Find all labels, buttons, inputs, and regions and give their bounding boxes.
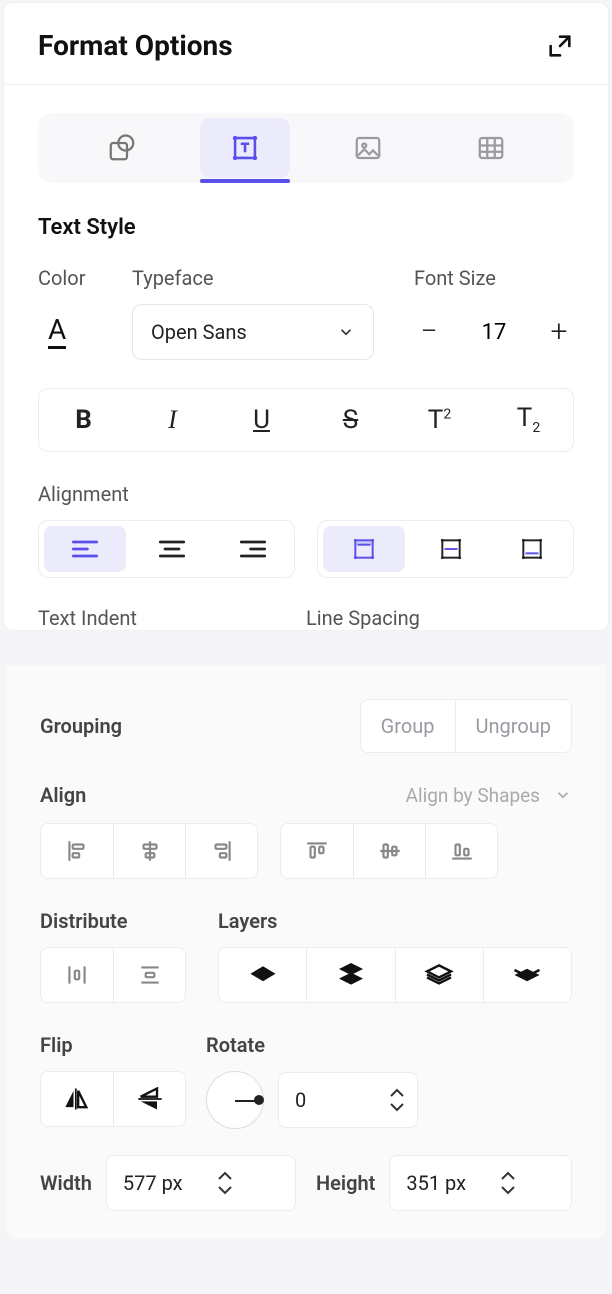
tab-image[interactable] — [323, 118, 413, 178]
underline-button[interactable]: U — [217, 389, 306, 451]
format-tabs — [38, 113, 574, 183]
rotate-value: 0 — [295, 1088, 355, 1112]
layers-label: Layers — [218, 909, 572, 933]
bring-forward-button[interactable] — [219, 948, 306, 1002]
height-label: Height — [316, 1171, 375, 1195]
send-backward-button[interactable] — [395, 948, 483, 1002]
align-by-value: Align by Shapes — [406, 784, 540, 807]
align-left-edges-button[interactable] — [41, 824, 113, 878]
rotate-label: Rotate — [206, 1033, 572, 1057]
width-value: 577 px — [123, 1171, 183, 1195]
grouping-label: Grouping — [40, 714, 122, 738]
height-value: 351 px — [406, 1171, 466, 1195]
valign-bottom-button[interactable] — [491, 521, 573, 577]
width-step-up[interactable] — [217, 1169, 233, 1183]
width-step-down[interactable] — [217, 1183, 233, 1197]
align-top-edges-button[interactable] — [281, 824, 353, 878]
strikethrough-button[interactable]: S — [306, 389, 395, 451]
bring-to-front-button[interactable] — [306, 948, 394, 1002]
distribute-label: Distribute — [40, 909, 186, 933]
italic-button[interactable]: I — [128, 389, 217, 451]
valign-top-button[interactable] — [323, 526, 405, 572]
height-step-down[interactable] — [500, 1183, 516, 1197]
rotate-input[interactable]: 0 — [278, 1072, 418, 1128]
expand-panel-icon[interactable] — [546, 32, 574, 60]
fontsize-value: 17 — [482, 320, 507, 345]
tab-shape[interactable] — [77, 118, 167, 178]
align-left-button[interactable] — [44, 526, 126, 572]
text-style-buttons: B I U S T2 T2 — [38, 388, 574, 452]
font-color-picker[interactable]: A — [38, 316, 132, 349]
width-input[interactable]: 577 px — [106, 1155, 296, 1211]
fontsize-decrease[interactable]: − — [414, 317, 444, 347]
height-input[interactable]: 351 px — [389, 1155, 572, 1211]
align-right-button[interactable] — [212, 521, 294, 577]
distribute-vertical-button[interactable] — [113, 948, 185, 1002]
align-bottom-edges-button[interactable] — [425, 824, 497, 878]
line-spacing-label: Line Spacing — [306, 606, 574, 630]
rotate-dial[interactable] — [206, 1071, 264, 1129]
group-button[interactable]: Group — [361, 700, 455, 752]
typeface-select[interactable]: Open Sans — [132, 304, 374, 360]
alignment-label: Alignment — [38, 482, 574, 506]
fontsize-label: Font Size — [414, 266, 574, 290]
distribute-horizontal-button[interactable] — [41, 948, 113, 1002]
panel-title: Format Options — [38, 29, 233, 62]
flip-label: Flip — [40, 1033, 186, 1057]
rotate-step-up[interactable] — [389, 1086, 405, 1100]
align-by-select[interactable]: Align by Shapes — [406, 784, 572, 807]
tab-table[interactable] — [446, 118, 536, 178]
typeface-value: Open Sans — [151, 320, 247, 344]
align-right-edges-button[interactable] — [185, 824, 257, 878]
width-label: Width — [40, 1171, 92, 1195]
fontsize-increase[interactable]: + — [544, 317, 574, 347]
align-center-button[interactable] — [131, 521, 213, 577]
ungroup-button[interactable]: Ungroup — [455, 700, 572, 752]
rotate-step-down[interactable] — [389, 1100, 405, 1114]
bold-button[interactable]: B — [39, 389, 128, 451]
valign-middle-button[interactable] — [410, 521, 492, 577]
align-vertical-centers-button[interactable] — [353, 824, 425, 878]
tab-text[interactable] — [200, 118, 290, 178]
text-indent-label: Text Indent — [38, 606, 306, 630]
text-style-title: Text Style — [38, 215, 574, 240]
flip-horizontal-button[interactable] — [41, 1072, 113, 1126]
subscript-button[interactable]: T2 — [484, 389, 573, 451]
color-label: Color — [38, 266, 132, 290]
typeface-label: Typeface — [132, 266, 414, 290]
align-label: Align — [40, 783, 86, 807]
height-step-up[interactable] — [500, 1169, 516, 1183]
align-horizontal-centers-button[interactable] — [113, 824, 185, 878]
flip-vertical-button[interactable] — [113, 1072, 185, 1126]
send-to-back-button[interactable] — [483, 948, 571, 1002]
superscript-button[interactable]: T2 — [395, 389, 484, 451]
